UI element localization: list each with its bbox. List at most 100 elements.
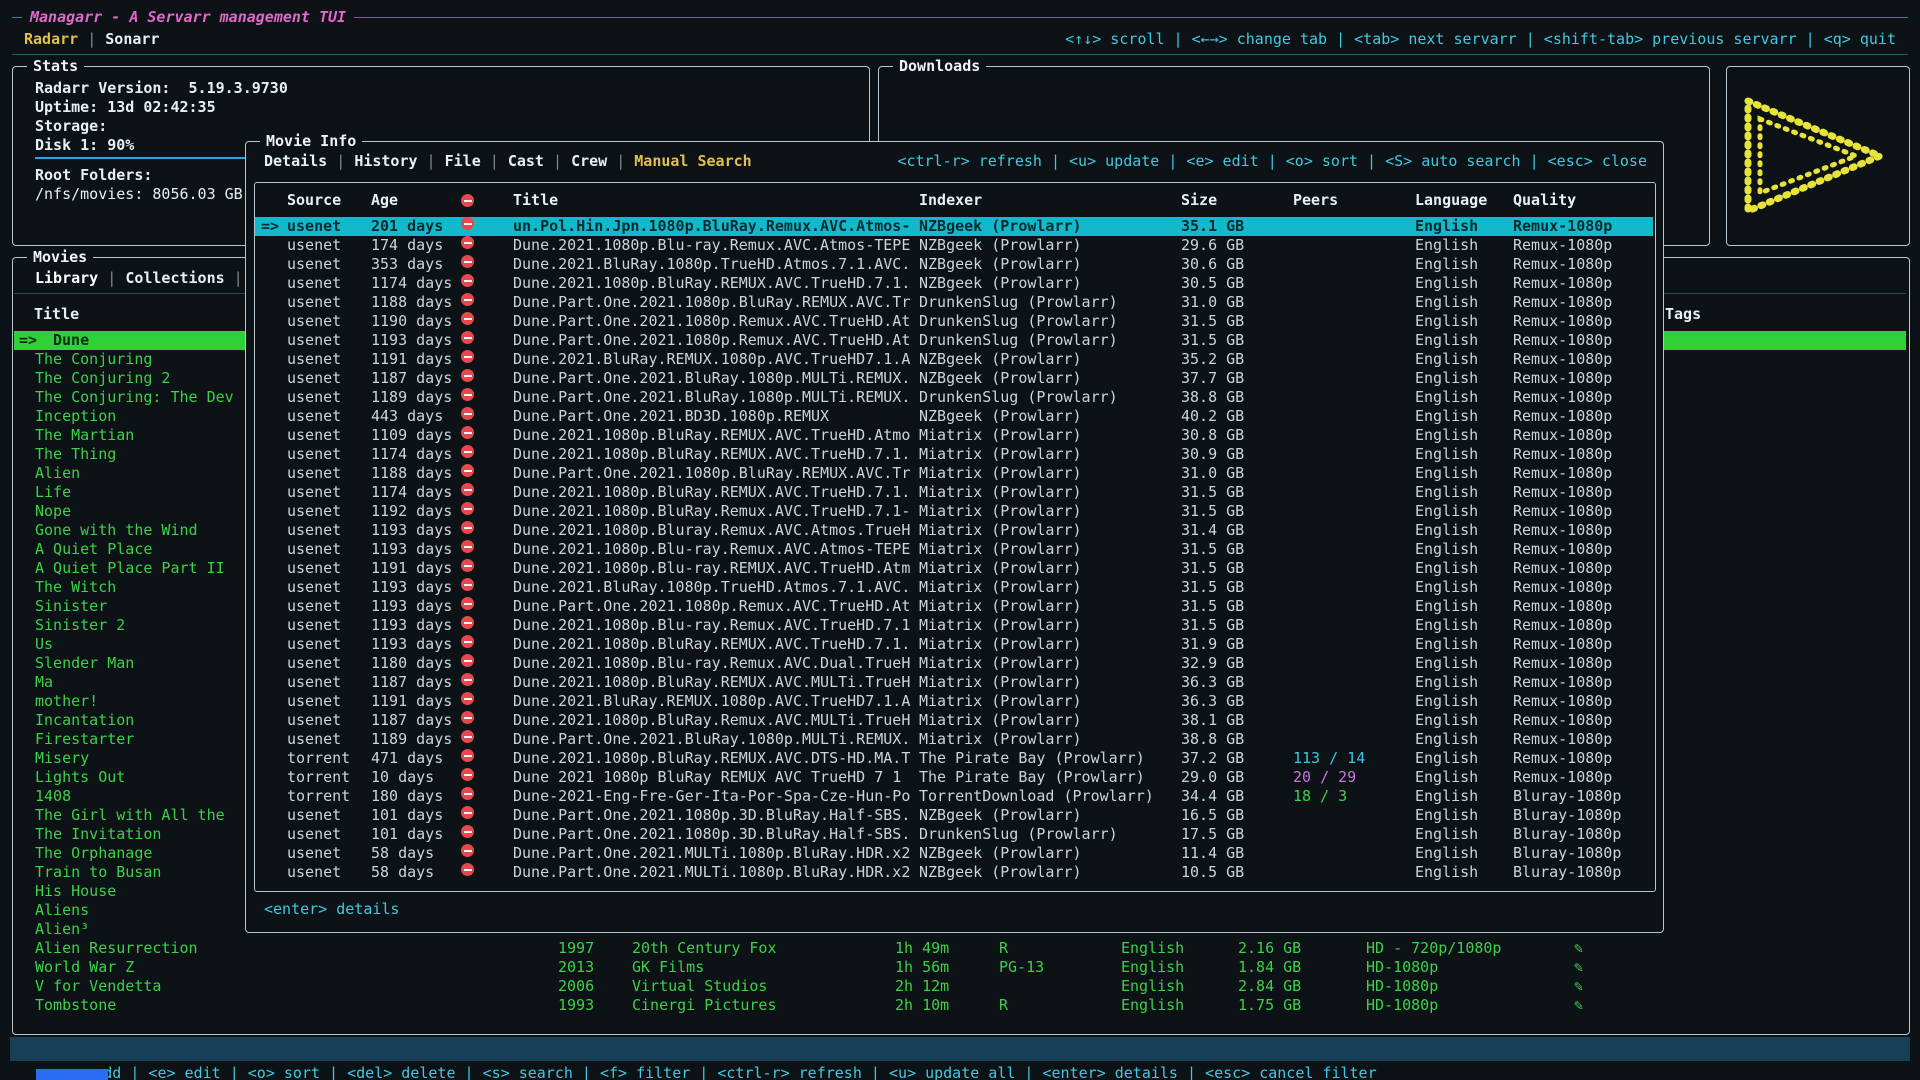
release-row[interactable]: usenet101 daysDune.Part.One.2021.1080p.3… bbox=[255, 825, 1653, 844]
release-row[interactable]: usenet58 daysDune.Part.One.2021.MULTi.10… bbox=[255, 863, 1653, 882]
release-size: 36.3 GB bbox=[1181, 692, 1244, 711]
release-row[interactable]: usenet1193 daysDune.Part.One.2021.1080p.… bbox=[255, 597, 1653, 616]
movie-title: Sinister 2 bbox=[35, 616, 125, 635]
tab-file[interactable]: File bbox=[445, 152, 481, 170]
release-row[interactable]: usenet1180 daysDune.2021.1080p.Blu-ray.R… bbox=[255, 654, 1653, 673]
release-size: 31.9 GB bbox=[1181, 635, 1244, 654]
release-source: usenet bbox=[287, 521, 341, 540]
release-row[interactable]: usenet1191 daysDune.2021.1080p.Blu-ray.R… bbox=[255, 559, 1653, 578]
release-source: usenet bbox=[287, 483, 341, 502]
release-age: 101 days bbox=[371, 806, 443, 825]
release-row[interactable]: torrent10 daysDune 2021 1080p BluRay REM… bbox=[255, 768, 1653, 787]
tab-collections[interactable]: Collections bbox=[125, 269, 224, 287]
release-row[interactable]: usenet353 daysDune.2021.BluRay.1080p.Tru… bbox=[255, 255, 1653, 274]
rejected-icon bbox=[461, 635, 474, 648]
release-language: English bbox=[1415, 825, 1478, 844]
tab-crew[interactable]: Crew bbox=[571, 152, 607, 170]
selection-arrow: => bbox=[261, 217, 279, 236]
release-row[interactable]: torrent471 daysDune.2021.1080p.BluRay.RE… bbox=[255, 749, 1653, 768]
movie-row[interactable]: V for Vendetta2006Virtual Studios2h 12mE… bbox=[14, 977, 1906, 996]
release-row[interactable]: =>usenet201 daysun.Pol.Hin.Jpn.1080p.Blu… bbox=[255, 217, 1653, 236]
release-quality: Remux-1080p bbox=[1513, 578, 1612, 597]
release-indexer: NZBgeek (Prowlarr) bbox=[919, 863, 1082, 882]
storage-label: Storage: bbox=[35, 117, 107, 135]
release-row[interactable]: usenet1193 daysDune.Part.One.2021.1080p.… bbox=[255, 331, 1653, 350]
release-row[interactable]: usenet1193 daysDune.2021.BluRay.1080p.Tr… bbox=[255, 578, 1653, 597]
keybind-bar: <a> add | <e> edit | <o> sort | <del> de… bbox=[10, 1037, 1910, 1061]
movie-row[interactable]: Alien Resurrection199720th Century Fox1h… bbox=[14, 939, 1906, 958]
release-age: 443 days bbox=[371, 407, 443, 426]
rejected-icon bbox=[461, 502, 474, 515]
tab-library[interactable]: Library bbox=[35, 269, 98, 287]
release-quality: Remux-1080p bbox=[1513, 768, 1612, 787]
tab-details[interactable]: Details bbox=[264, 152, 327, 170]
release-title: Dune.2021.BluRay.REMUX.1080p.AVC.TrueHD7… bbox=[513, 692, 910, 711]
release-list: =>usenet201 daysun.Pol.Hin.Jpn.1080p.Blu… bbox=[255, 217, 1653, 887]
release-size: 31.0 GB bbox=[1181, 464, 1244, 483]
release-row[interactable]: usenet101 daysDune.Part.One.2021.1080p.3… bbox=[255, 806, 1653, 825]
tab-sonarr[interactable]: Sonarr bbox=[105, 30, 159, 48]
release-row[interactable]: usenet1193 daysDune.2021.1080p.Blu-ray.R… bbox=[255, 616, 1653, 635]
release-language: English bbox=[1415, 730, 1478, 749]
release-row[interactable]: usenet1187 daysDune.2021.1080p.BluRay.Re… bbox=[255, 711, 1653, 730]
search-results-box: Source Age Title Indexer Size Peers Lang… bbox=[254, 182, 1656, 892]
release-indexer: NZBgeek (Prowlarr) bbox=[919, 255, 1082, 274]
tab-radarr[interactable]: Radarr bbox=[24, 30, 78, 48]
movies-column-title: Title bbox=[34, 305, 79, 323]
bottom-blue-bar bbox=[36, 1069, 108, 1080]
release-row[interactable]: usenet1188 daysDune.Part.One.2021.1080p.… bbox=[255, 464, 1653, 483]
release-row[interactable]: usenet1174 daysDune.2021.1080p.BluRay.RE… bbox=[255, 274, 1653, 293]
movie-title: His House bbox=[35, 882, 116, 901]
release-indexer: DrunkenSlug (Prowlarr) bbox=[919, 312, 1118, 331]
release-row[interactable]: usenet1193 daysDune.2021.1080p.Blu-ray.R… bbox=[255, 540, 1653, 559]
movie-row[interactable]: World War Z2013GK Films1h 56mPG-13Englis… bbox=[14, 958, 1906, 977]
release-row[interactable]: usenet1174 daysDune.2021.1080p.BluRay.RE… bbox=[255, 445, 1653, 464]
release-row[interactable]: usenet58 daysDune.Part.One.2021.MULTi.10… bbox=[255, 844, 1653, 863]
release-row[interactable]: usenet1109 daysDune.2021.1080p.BluRay.RE… bbox=[255, 426, 1653, 445]
release-title: Dune.2021.1080p.Blu-ray.Remux.AVC.TrueHD… bbox=[513, 616, 910, 635]
movie-title: Aliens bbox=[35, 901, 89, 920]
release-language: English bbox=[1415, 502, 1478, 521]
tab-history[interactable]: History bbox=[354, 152, 417, 170]
release-row[interactable]: usenet1187 daysDune.2021.1080p.BluRay.RE… bbox=[255, 673, 1653, 692]
uptime: Uptime: 13d 02:42:35 bbox=[35, 98, 216, 116]
release-row[interactable]: usenet174 daysDune.2021.1080p.Blu-ray.Re… bbox=[255, 236, 1653, 255]
release-row[interactable]: usenet1191 daysDune.2021.BluRay.REMUX.10… bbox=[255, 350, 1653, 369]
release-row[interactable]: torrent180 daysDune-2021-Eng-Fre-Ger-Ita… bbox=[255, 787, 1653, 806]
release-indexer: Miatrix (Prowlarr) bbox=[919, 483, 1082, 502]
release-row[interactable]: usenet1189 daysDune.Part.One.2021.BluRay… bbox=[255, 388, 1653, 407]
col-quality: Quality bbox=[1513, 191, 1576, 209]
release-source: usenet bbox=[287, 711, 341, 730]
release-source: usenet bbox=[287, 464, 341, 483]
release-row[interactable]: usenet1193 daysDune.2021.1080p.BluRay.RE… bbox=[255, 635, 1653, 654]
release-quality: Remux-1080p bbox=[1513, 635, 1612, 654]
release-row[interactable]: usenet443 daysDune.Part.One.2021.BD3D.10… bbox=[255, 407, 1653, 426]
release-row[interactable]: usenet1193 daysDune.2021.1080p.Bluray.Re… bbox=[255, 521, 1653, 540]
tab-cast[interactable]: Cast bbox=[508, 152, 544, 170]
rejected-icon bbox=[461, 692, 474, 705]
release-source: usenet bbox=[287, 350, 341, 369]
release-row[interactable]: usenet1192 daysDune.2021.1080p.BluRay.Re… bbox=[255, 502, 1653, 521]
release-row[interactable]: usenet1174 daysDune.2021.1080p.BluRay.RE… bbox=[255, 483, 1653, 502]
rejected-icon bbox=[461, 293, 474, 306]
rejected-icon bbox=[461, 312, 474, 325]
release-row[interactable]: usenet1191 daysDune.2021.BluRay.REMUX.10… bbox=[255, 692, 1653, 711]
movie-row[interactable]: Tombstone1993Cinergi Pictures2h 10mREngl… bbox=[14, 996, 1906, 1015]
movie-title: Train to Busan bbox=[35, 863, 161, 882]
tab-manual-search[interactable]: Manual Search bbox=[634, 152, 751, 170]
release-row[interactable]: usenet1187 daysDune.Part.One.2021.BluRay… bbox=[255, 369, 1653, 388]
movie-rating: R bbox=[999, 996, 1008, 1015]
release-row[interactable]: usenet1188 daysDune.Part.One.2021.1080p.… bbox=[255, 293, 1653, 312]
release-language: English bbox=[1415, 407, 1478, 426]
release-title: Dune.2021.1080p.BluRay.REMUX.AVC.DTS-HD.… bbox=[513, 749, 910, 768]
release-title: Dune.Part.One.2021.MULTi.1080p.BluRay.HD… bbox=[513, 844, 910, 863]
release-title: Dune.2021.1080p.Bluray.Remux.AVC.Atmos.T… bbox=[513, 521, 910, 540]
release-indexer: Miatrix (Prowlarr) bbox=[919, 464, 1082, 483]
selection-arrow: => bbox=[19, 331, 37, 350]
release-row[interactable]: usenet1189 daysDune.Part.One.2021.BluRay… bbox=[255, 730, 1653, 749]
release-indexer: DrunkenSlug (Prowlarr) bbox=[919, 293, 1118, 312]
release-source: usenet bbox=[287, 844, 341, 863]
root-folder-value: /nfs/movies: 8056.03 GB f bbox=[35, 185, 261, 203]
col-size: Size bbox=[1181, 191, 1217, 209]
release-row[interactable]: usenet1190 daysDune.Part.One.2021.1080p.… bbox=[255, 312, 1653, 331]
